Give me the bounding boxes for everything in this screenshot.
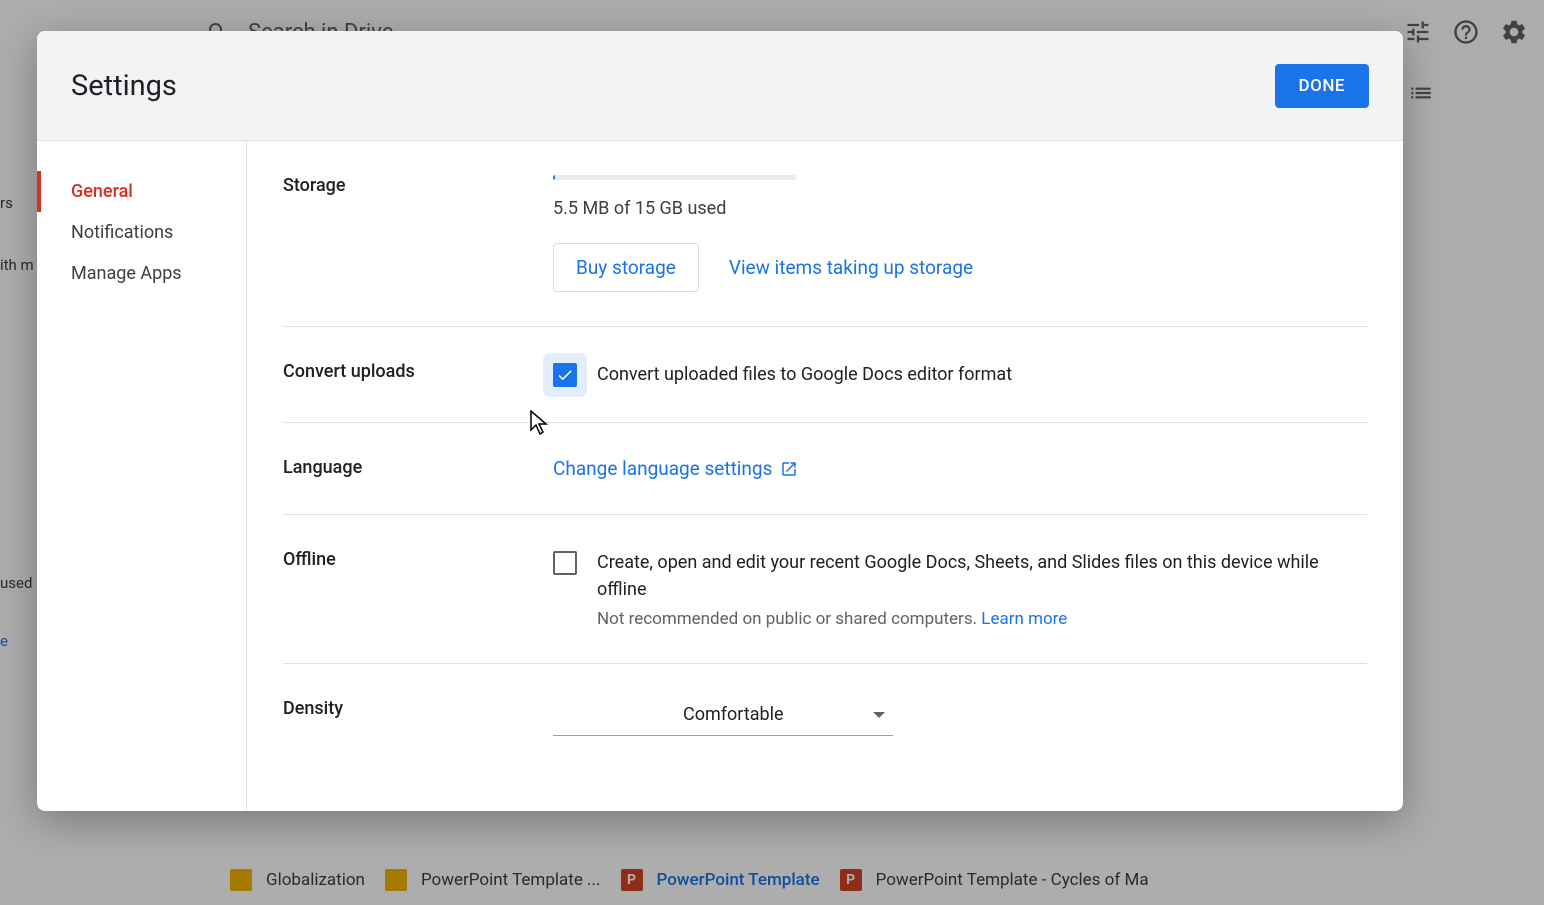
change-language-text: Change language settings [553,457,772,480]
settings-content[interactable]: Storage 5.5 MB of 15 GB used Buy storage… [247,141,1403,811]
dialog-header: Settings DONE [37,31,1403,141]
buy-storage-button[interactable]: Buy storage [553,243,699,292]
sidebar-item-manage-apps[interactable]: Manage Apps [37,253,246,294]
language-label: Language [283,457,553,480]
settings-dialog: Settings DONE General Notifications Mana… [37,31,1403,811]
convert-checkbox[interactable] [553,363,577,387]
convert-label: Convert uploads [283,361,553,388]
settings-sidebar: General Notifications Manage Apps [37,141,247,811]
sidebar-item-notifications[interactable]: Notifications [37,212,246,253]
dropdown-icon [873,709,885,721]
density-value: Comfortable [683,704,784,725]
density-select[interactable]: Comfortable [553,698,893,736]
view-storage-link[interactable]: View items taking up storage [729,256,973,279]
offline-checkbox[interactable] [553,551,577,575]
section-language: Language Change language settings [283,423,1367,515]
offline-checkbox-label: Create, open and edit your recent Google… [597,549,1367,603]
external-link-icon [780,460,798,478]
dialog-title: Settings [71,69,177,103]
offline-subtext: Not recommended on public or shared comp… [597,609,1367,629]
done-button[interactable]: DONE [1275,64,1369,108]
convert-checkbox-label: Convert uploaded files to Google Docs ed… [597,361,1012,388]
section-convert-uploads: Convert uploads Convert uploaded files t… [283,327,1367,423]
density-label: Density [283,698,553,736]
storage-label: Storage [283,175,553,292]
offline-label: Offline [283,549,553,629]
offline-learn-more-link[interactable]: Learn more [981,609,1067,629]
section-offline: Offline Create, open and edit your recen… [283,515,1367,664]
sidebar-item-general[interactable]: General [37,171,246,212]
storage-text: 5.5 MB of 15 GB used [553,198,1367,219]
change-language-link[interactable]: Change language settings [553,457,798,480]
section-storage: Storage 5.5 MB of 15 GB used Buy storage… [283,141,1367,327]
storage-bar [553,175,796,180]
section-density: Density Comfortable [283,664,1367,770]
